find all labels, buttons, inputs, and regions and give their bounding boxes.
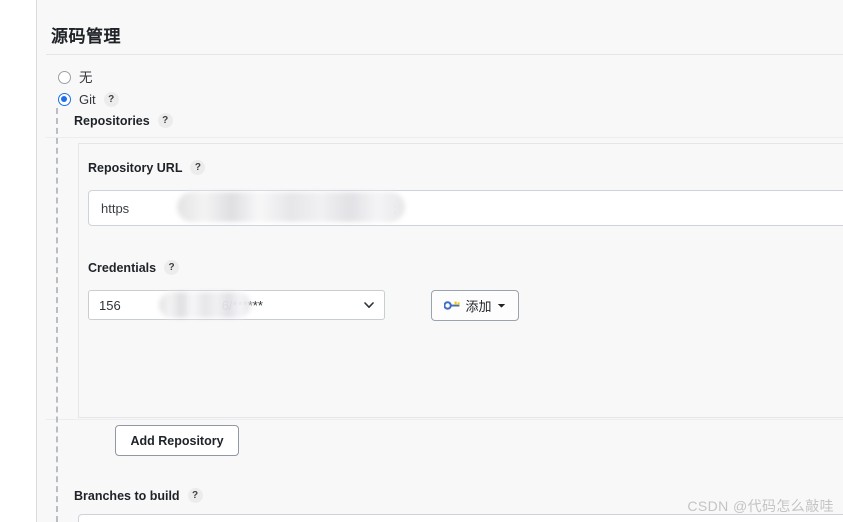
repositories-label: Repositories: [74, 113, 150, 128]
credentials-value-prefix: 156: [99, 297, 121, 313]
radio-git-label: Git: [79, 92, 96, 107]
add-credentials-button[interactable]: 添加: [431, 290, 519, 321]
radio-none-indicator[interactable]: [58, 71, 71, 84]
divider-repositories-bottom: [46, 419, 843, 420]
branches-label-group: Branches to build ?: [74, 488, 203, 503]
divider-repositories-top: [46, 137, 843, 138]
help-icon-branches[interactable]: ?: [187, 488, 203, 503]
git-section-guide-line: [56, 108, 58, 522]
repositories-label-group: Repositories ?: [74, 113, 173, 128]
add-credentials-label: 添加: [465, 299, 492, 314]
radio-git-indicator[interactable]: [58, 93, 71, 106]
repository-card: [78, 143, 843, 418]
page-gutter: [0, 0, 36, 522]
repository-url-label: Repository URL: [88, 160, 183, 175]
help-icon-git[interactable]: ?: [103, 92, 119, 107]
divider-under-title: [46, 54, 843, 55]
page-title: 源码管理: [51, 27, 121, 46]
caret-down-icon[interactable]: [497, 301, 506, 310]
watermark: CSDN @代码怎么敲哇: [687, 498, 834, 514]
add-repository-label: Add Repository: [130, 433, 224, 448]
chevron-down-icon[interactable]: [364, 300, 374, 310]
repository-url-value-prefix: https: [101, 200, 130, 216]
help-icon-repository-url[interactable]: ?: [190, 160, 206, 175]
help-icon-credentials[interactable]: ?: [164, 260, 180, 275]
repository-url-label-group: Repository URL ?: [88, 160, 206, 175]
credentials-label: Credentials: [88, 260, 157, 275]
radio-option-none[interactable]: 无: [58, 70, 93, 85]
radio-option-git[interactable]: Git ?: [58, 92, 119, 107]
credentials-redaction: [159, 292, 251, 318]
repository-url-redaction: [177, 192, 405, 222]
screenshot-root: 源码管理 无 Git ? Repositories ? Repository U…: [0, 0, 843, 522]
help-icon-repositories[interactable]: ?: [157, 113, 173, 128]
add-repository-button[interactable]: Add Repository: [115, 425, 239, 456]
branches-to-build-label: Branches to build: [74, 488, 180, 503]
scm-config-surface: 源码管理 无 Git ? Repositories ? Repository U…: [37, 0, 843, 522]
key-icon: [444, 300, 460, 311]
radio-none-label: 无: [79, 70, 93, 85]
credentials-label-group: Credentials ?: [88, 260, 180, 275]
